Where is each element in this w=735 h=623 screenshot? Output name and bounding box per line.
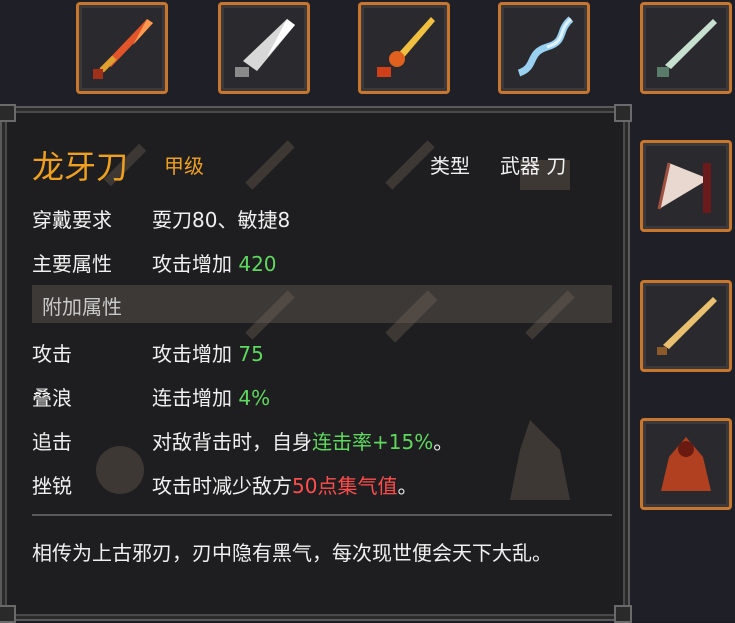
fan-icon (657, 162, 711, 213)
inventory-slot-3[interactable] (358, 2, 450, 94)
extra-attr-header-text: 附加属性 (42, 295, 122, 319)
inventory-slot-2[interactable] (218, 2, 310, 94)
item-type-value: 武器 刀 (500, 154, 567, 178)
inventory-slot-4[interactable] (498, 2, 590, 94)
extra-attr-text: 连击增加 (152, 386, 239, 410)
divider (32, 514, 612, 516)
requirement-row: 穿戴要求 耍刀80、敏捷8 (32, 204, 290, 233)
panel-corner-bl (0, 605, 16, 623)
golden-spear-icon (657, 297, 717, 355)
inventory-slot-6[interactable] (640, 140, 732, 232)
golden-dagger-icon (377, 17, 435, 77)
item-grade: 甲级 (164, 154, 204, 178)
spear-blade-icon (657, 19, 717, 77)
requirement-label: 穿戴要求 (32, 208, 112, 232)
extra-attr-label: 叠浪 (32, 386, 72, 410)
inventory-slot-7[interactable] (640, 280, 732, 372)
main-attr-value: 420 (238, 252, 277, 276)
item-description: 相传为上古邪刃，刃中隐有黑气，每次现世便会天下大乱。 (32, 541, 552, 565)
item-type: 类型 武器 刀 (430, 150, 566, 179)
panel-corner-br (614, 605, 632, 623)
inventory-slot-1[interactable] (76, 2, 168, 94)
red-cloak-icon (661, 437, 711, 491)
extra-attr-highlight: 50点集气值 (292, 474, 398, 498)
extra-attr-text-post: 。 (397, 474, 418, 498)
main-attr-text: 攻击增加 (152, 252, 239, 276)
broadsword-icon (235, 19, 295, 77)
requirement-value: 耍刀80、敏捷8 (152, 208, 291, 232)
panel-corner-tl (0, 104, 16, 122)
extra-attr-label: 挫锐 (32, 474, 72, 498)
red-sword-icon (93, 19, 153, 79)
item-type-label: 类型 (430, 154, 470, 178)
extra-attr-row: 攻击 攻击增加 75 (32, 338, 264, 367)
extra-attr-text: 对敌背击时，自身 (152, 430, 312, 454)
extra-attr-label: 追击 (32, 430, 72, 454)
extra-attr-label: 攻击 (32, 342, 72, 366)
extra-attr-value: 75 (238, 342, 264, 366)
inventory-slot-5[interactable] (640, 2, 732, 94)
extra-attr-header: 附加属性 (32, 285, 612, 323)
main-attr-row: 主要属性 攻击增加 420 (32, 248, 277, 277)
main-attr-label: 主要属性 (32, 252, 112, 276)
serpent-blade-icon (517, 16, 574, 77)
inventory-slot-8[interactable] (640, 418, 732, 510)
extra-attr-value: 4% (238, 386, 271, 410)
extra-attr-text: 攻击时减少敌方 (152, 474, 292, 498)
extra-attr-text-post: 。 (433, 430, 454, 454)
extra-attr-highlight: 连击率+15% (312, 430, 434, 454)
extra-attr-row: 挫锐 攻击时减少敌方50点集气值。 (32, 470, 417, 499)
extra-attr-row: 追击 对敌背击时，自身连击率+15%。 (32, 426, 453, 455)
item-name: 龙牙刀 (32, 148, 129, 186)
extra-attr-row: 叠浪 连击增加 4% (32, 382, 270, 411)
extra-attr-text: 攻击增加 (152, 342, 239, 366)
